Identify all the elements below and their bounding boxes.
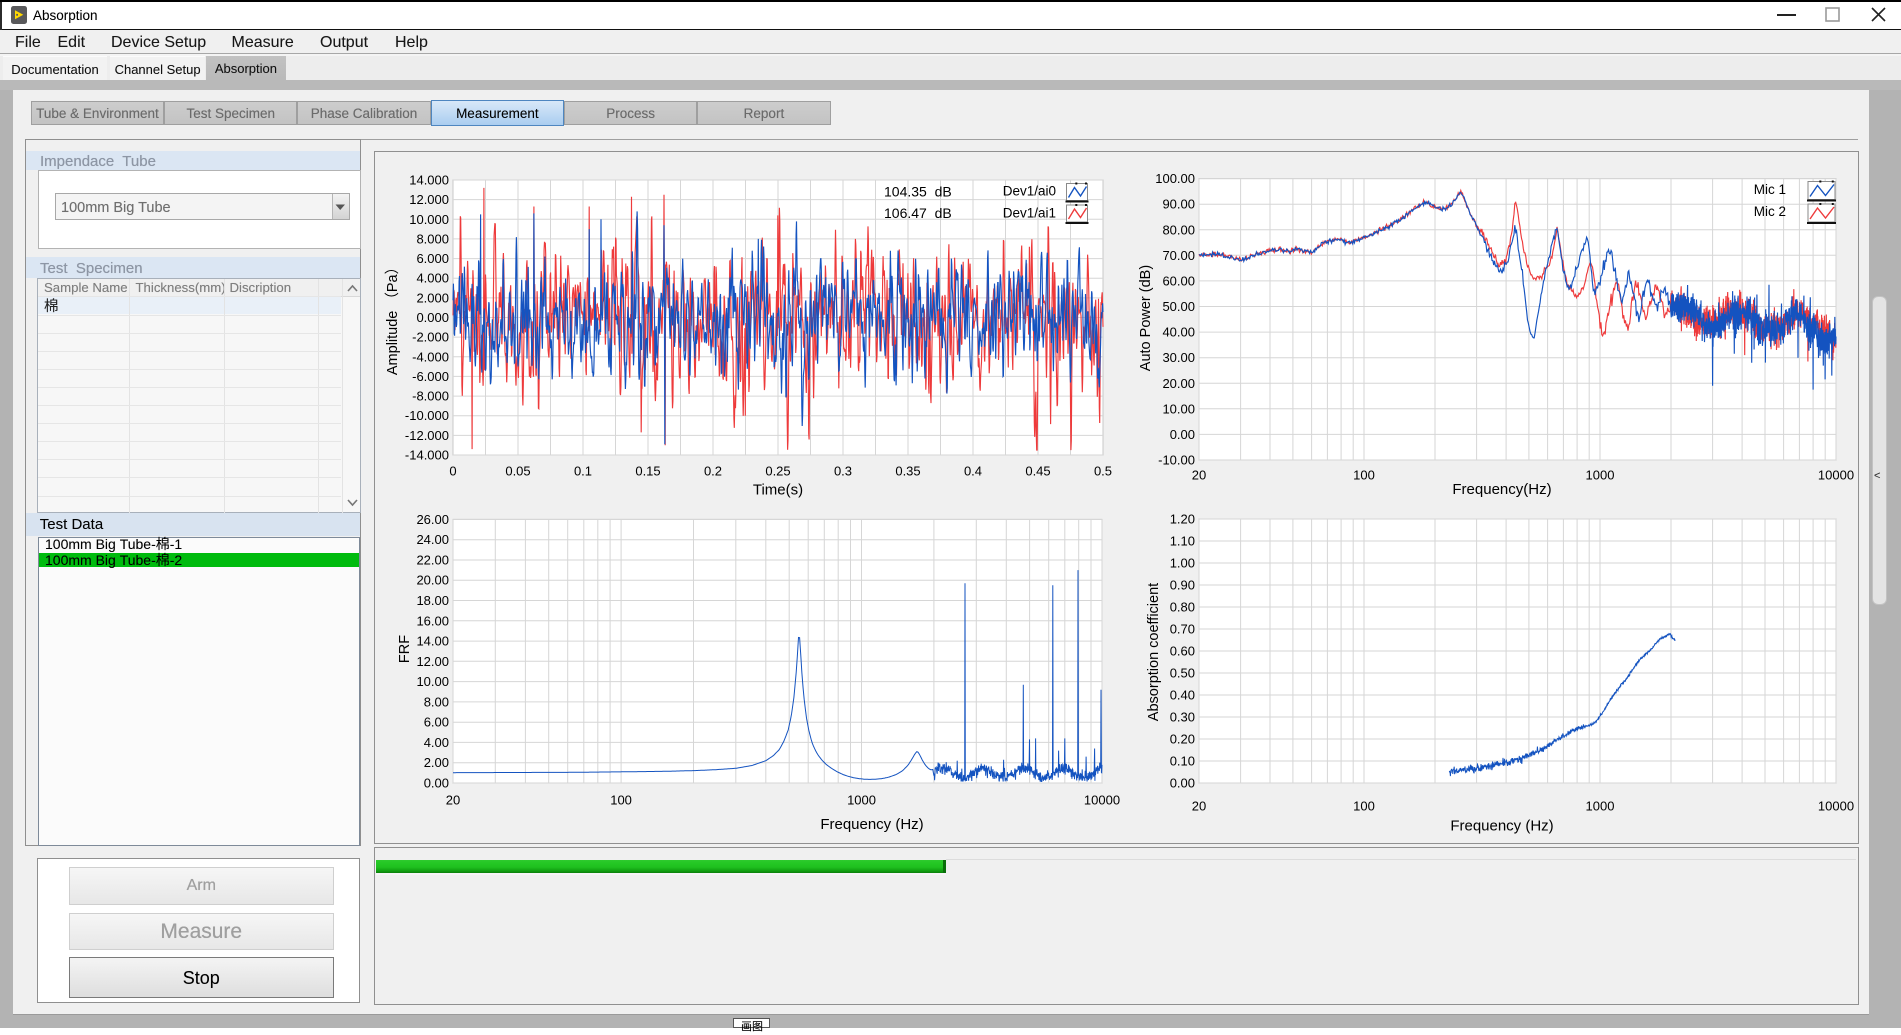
svg-text:22.00: 22.00	[416, 552, 449, 567]
svg-text:0.05: 0.05	[505, 464, 530, 479]
svg-text:Frequency (Hz): Frequency (Hz)	[1450, 818, 1553, 835]
svg-text:0.3: 0.3	[834, 464, 852, 479]
svg-text:1.00: 1.00	[1170, 556, 1195, 571]
svg-text:0.70: 0.70	[1170, 622, 1195, 637]
svg-text:70.00: 70.00	[1162, 248, 1195, 263]
svg-text:50.00: 50.00	[1162, 299, 1195, 314]
svg-text:-4.000: -4.000	[412, 349, 449, 364]
svg-text:-8.000: -8.000	[412, 389, 449, 404]
svg-text:1.20: 1.20	[1170, 512, 1195, 527]
svg-text:40.00: 40.00	[1162, 325, 1195, 340]
svg-text:0.80: 0.80	[1170, 600, 1195, 615]
svg-text:-10.00: -10.00	[1158, 453, 1195, 468]
svg-text:20: 20	[446, 793, 460, 808]
svg-text:1000: 1000	[1586, 468, 1615, 483]
svg-text:Auto Power (dB): Auto Power (dB)	[1138, 265, 1154, 371]
svg-text:Frequency (Hz): Frequency (Hz)	[820, 816, 923, 833]
svg-text:0.60: 0.60	[1170, 644, 1195, 659]
svg-text:Amplitude （Pa）: Amplitude （Pa）	[384, 260, 401, 375]
svg-text:12.00: 12.00	[416, 654, 449, 669]
svg-text:0.35: 0.35	[895, 464, 920, 479]
svg-text:0.90: 0.90	[1170, 578, 1195, 593]
svg-text:Time(s): Time(s)	[753, 482, 803, 499]
svg-text:1000: 1000	[1586, 799, 1615, 814]
svg-text:20.00: 20.00	[416, 573, 449, 588]
svg-text:14.000: 14.000	[409, 173, 449, 188]
svg-text:16.00: 16.00	[416, 613, 449, 628]
svg-text:60.00: 60.00	[1162, 273, 1195, 288]
svg-text:100.00: 100.00	[1155, 171, 1195, 186]
svg-text:FRF: FRF	[397, 635, 413, 663]
svg-text:12.000: 12.000	[409, 192, 449, 207]
svg-text:Absorption coefficient: Absorption coefficient	[1146, 583, 1162, 721]
svg-text:20.00: 20.00	[1162, 376, 1195, 391]
svg-text:10.000: 10.000	[409, 212, 449, 227]
svg-text:1.10: 1.10	[1170, 534, 1195, 549]
svg-text:106.47 dB: 106.47 dB	[884, 205, 952, 221]
svg-text:0.20: 0.20	[1170, 732, 1195, 747]
svg-text:0.5: 0.5	[1094, 464, 1112, 479]
svg-text:Mic 2: Mic 2	[1754, 204, 1786, 219]
svg-text:104.35 dB: 104.35 dB	[884, 184, 952, 200]
svg-text:0.00: 0.00	[1170, 776, 1195, 791]
svg-text:90.00: 90.00	[1162, 197, 1195, 212]
svg-text:14.00: 14.00	[416, 634, 449, 649]
svg-text:Frequency(Hz): Frequency(Hz)	[1452, 481, 1551, 498]
svg-text:0.30: 0.30	[1170, 710, 1195, 725]
svg-text:0.00: 0.00	[424, 776, 449, 791]
svg-text:6.000: 6.000	[416, 251, 449, 266]
svg-text:2.000: 2.000	[416, 290, 449, 305]
svg-text:4.00: 4.00	[424, 735, 449, 750]
svg-text:26.00: 26.00	[416, 512, 449, 527]
svg-text:Dev1/ai1: Dev1/ai1	[1003, 206, 1056, 221]
svg-text:0.25: 0.25	[765, 464, 790, 479]
svg-text:1000: 1000	[847, 793, 876, 808]
svg-text:10000: 10000	[1818, 468, 1854, 483]
svg-text:0.1: 0.1	[574, 464, 592, 479]
svg-text:4.000: 4.000	[416, 271, 449, 286]
svg-text:-2.000: -2.000	[412, 330, 449, 345]
svg-text:10.00: 10.00	[416, 674, 449, 689]
svg-text:0.50: 0.50	[1170, 666, 1195, 681]
svg-text:Dev1/ai0: Dev1/ai0	[1003, 184, 1056, 199]
svg-text:8.00: 8.00	[424, 694, 449, 709]
svg-text:0.15: 0.15	[635, 464, 660, 479]
svg-text:100: 100	[1353, 799, 1375, 814]
svg-text:8.000: 8.000	[416, 231, 449, 246]
svg-text:20: 20	[1192, 799, 1206, 814]
svg-text:0: 0	[449, 464, 456, 479]
svg-text:0.40: 0.40	[1170, 688, 1195, 703]
svg-text:0.10: 0.10	[1170, 754, 1195, 769]
svg-text:-6.000: -6.000	[412, 369, 449, 384]
svg-text:30.00: 30.00	[1162, 350, 1195, 365]
svg-text:0.2: 0.2	[704, 464, 722, 479]
svg-text:0.00: 0.00	[1170, 427, 1195, 442]
svg-text:20: 20	[1192, 468, 1206, 483]
svg-text:24.00: 24.00	[416, 532, 449, 547]
svg-text:-14.000: -14.000	[405, 448, 449, 463]
svg-text:-12.000: -12.000	[405, 428, 449, 443]
svg-text:0.45: 0.45	[1025, 464, 1050, 479]
svg-text:0.4: 0.4	[964, 464, 982, 479]
svg-text:100: 100	[610, 793, 632, 808]
svg-text:10000: 10000	[1818, 799, 1854, 814]
svg-text:80.00: 80.00	[1162, 222, 1195, 237]
svg-text:Mic 1: Mic 1	[1754, 182, 1786, 197]
svg-text:10.00: 10.00	[1162, 401, 1195, 416]
svg-text:6.00: 6.00	[424, 715, 449, 730]
svg-text:18.00: 18.00	[416, 593, 449, 608]
svg-text:0.000: 0.000	[416, 310, 449, 325]
svg-text:2.00: 2.00	[424, 755, 449, 770]
svg-text:100: 100	[1353, 468, 1375, 483]
svg-text:-10.000: -10.000	[405, 408, 449, 423]
svg-text:10000: 10000	[1084, 793, 1120, 808]
